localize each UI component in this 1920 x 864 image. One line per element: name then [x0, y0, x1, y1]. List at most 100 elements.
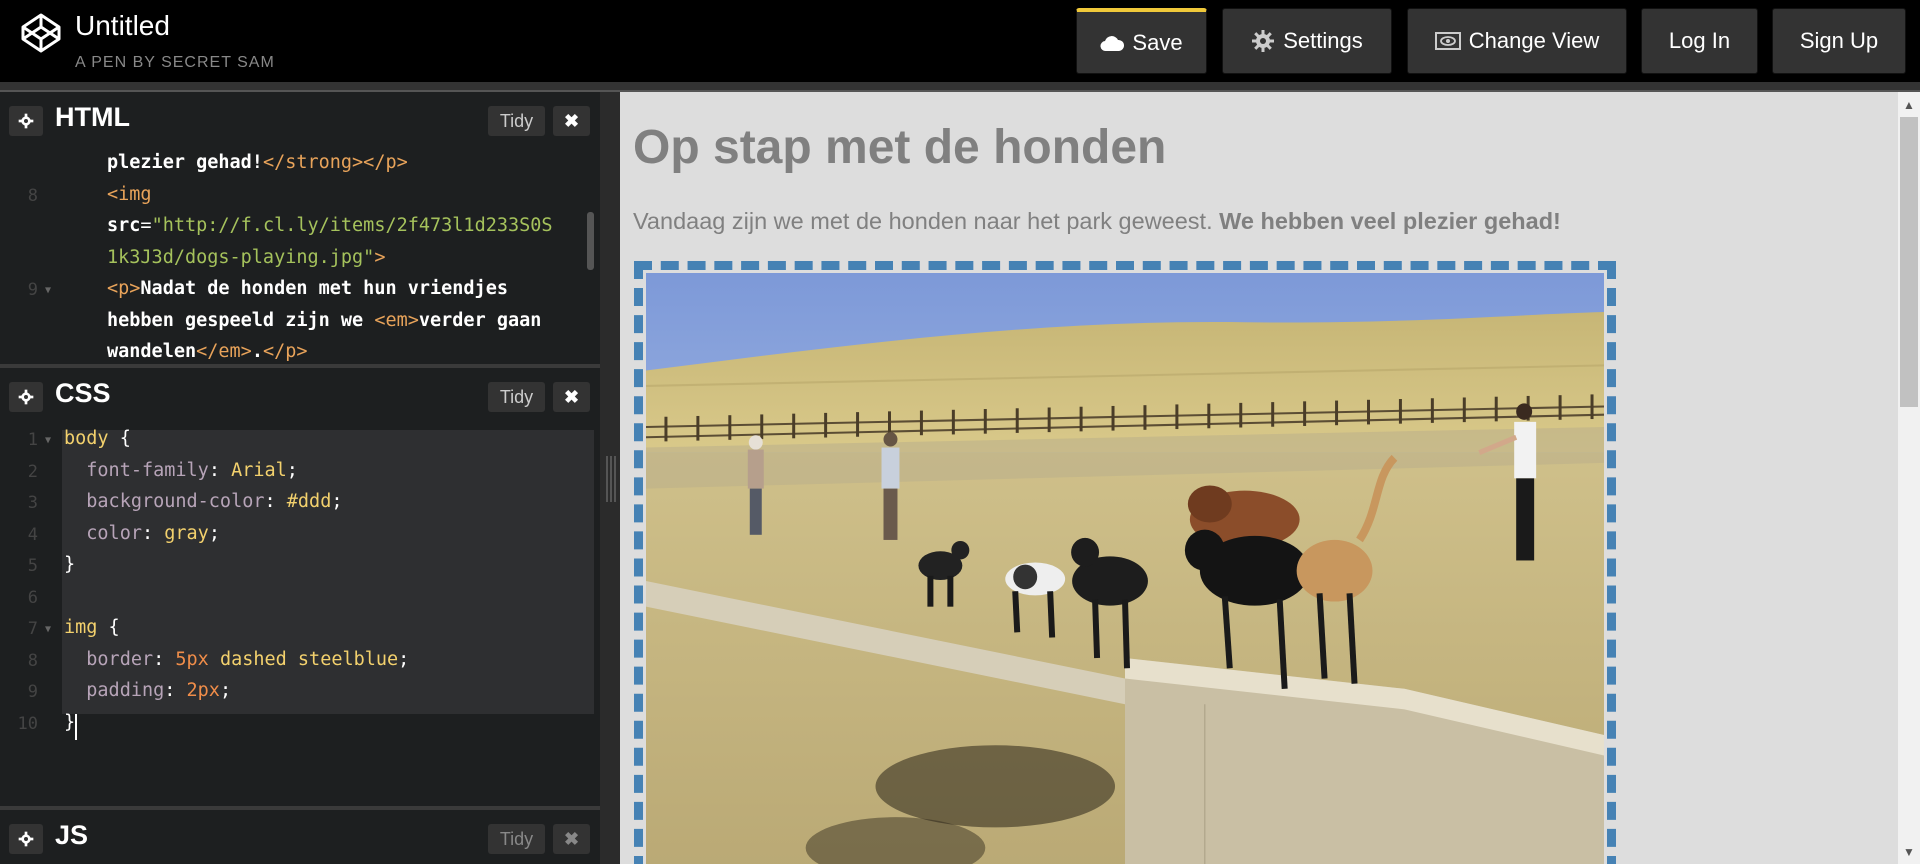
line-number: 6 [27, 587, 38, 608]
code-token: dashed steelblue [208, 648, 399, 670]
preview-paragraph-strong: We hebben veel plezier gehad! [1219, 208, 1561, 234]
code-token: #ddd [286, 491, 332, 512]
code-line[interactable]: padding: 2px; [64, 680, 231, 701]
line-number: 4 [27, 524, 38, 545]
code-token: background-color [86, 491, 265, 512]
line-number: 10 [17, 713, 38, 734]
code-line[interactable]: body { [64, 428, 131, 449]
code-token: plezier gehad! [107, 152, 263, 173]
scroll-down-arrow-icon[interactable]: ▼ [1903, 845, 1915, 859]
code-token: wandelen [107, 341, 197, 362]
code-line[interactable]: } [64, 554, 75, 575]
code-line[interactable]: } [64, 712, 75, 733]
code-token: border [86, 648, 154, 670]
preview-paragraph-text: Vandaag zijn we met de honden naar het p… [633, 208, 1220, 234]
login-button[interactable]: Log In [1641, 8, 1758, 74]
code-token: font-family [86, 459, 209, 481]
code-token: Nadat de honden met hun vriendjes [140, 278, 508, 299]
html-editor-header: HTML Tidy ✖ [0, 92, 600, 148]
eye-window-icon [1434, 31, 1461, 51]
code-token: 2px [186, 680, 220, 701]
code-token: img [64, 617, 98, 638]
code-token: 5px [175, 648, 209, 670]
code-line[interactable]: background-color: #ddd; [64, 491, 342, 512]
code-line[interactable]: hebben gespeeld zijn we <em>verder gaan [107, 310, 541, 331]
code-line[interactable]: border: 5px dashed steelblue; [64, 649, 409, 670]
code-line[interactable]: <p>Nadat de honden met hun vriendjes [107, 278, 508, 299]
code-token: </em> [196, 341, 252, 362]
code-token: "http://f.cl.ly/items/2f473l1d233S0S [151, 215, 553, 236]
resizer-grip-icon[interactable] [604, 456, 616, 502]
code-token: gray [164, 522, 209, 544]
css-settings-icon[interactable] [9, 382, 43, 412]
code-token: ; [331, 491, 343, 512]
preview-paragraph: Vandaag zijn we met de honden naar het p… [633, 208, 1561, 235]
code-token: 1k3J3d/dogs-playing.jpg" [107, 246, 375, 268]
text-cursor [75, 714, 77, 740]
code-token: : [208, 459, 232, 481]
code-token: </p> [262, 341, 308, 362]
change-view-button[interactable]: Change View [1407, 8, 1627, 74]
pen-title[interactable]: Untitled [75, 10, 170, 42]
scroll-up-arrow-icon[interactable]: ▲ [1903, 98, 1915, 112]
js-tidy-button[interactable]: Tidy [488, 824, 545, 854]
preview-scrollbar-thumb[interactable] [1900, 117, 1918, 407]
code-line[interactable]: <img [107, 184, 152, 205]
line-number: 7 [27, 619, 38, 639]
code-token: src [107, 215, 141, 236]
code-line[interactable]: img { [64, 617, 120, 638]
code-line[interactable]: plezier gehad!</strong></p> [107, 152, 408, 173]
html-settings-icon[interactable] [9, 106, 43, 136]
code-token: ; [398, 648, 410, 670]
js-editor-title: JS [55, 820, 89, 850]
code-token: = [140, 215, 152, 236]
settings-button[interactable]: Settings [1222, 8, 1392, 74]
code-token: { [108, 428, 131, 449]
css-tidy-button[interactable]: Tidy [488, 382, 545, 412]
codepen-logo-icon[interactable] [20, 12, 62, 54]
code-token: } [64, 554, 76, 575]
code-line[interactable]: wandelen</em>.</p> [107, 341, 308, 362]
save-label: Save [1132, 29, 1183, 55]
fold-arrow-icon[interactable]: ▼ [45, 435, 51, 446]
editors-column: HTML Tidy ✖ plezier gehad!</strong></p> 8… [0, 92, 600, 864]
preview-heading: Op stap met de honden [633, 121, 1167, 174]
css-code-area[interactable]: 1 ▼ body {2 font-family: Arial; 3 backgroun… [0, 424, 600, 804]
save-button[interactable]: Save [1076, 8, 1207, 74]
line-number: 8 [27, 650, 38, 671]
css-close-icon[interactable]: ✖ [553, 382, 590, 412]
code-token: > [374, 246, 386, 268]
fold-arrow-icon[interactable]: ▼ [45, 285, 51, 296]
line-number: 1 [27, 430, 38, 450]
top-header: Untitled A PEN BY SECRET SAM Save Settin… [0, 0, 1920, 82]
code-line[interactable]: 1k3J3d/dogs-playing.jpg"> [107, 247, 385, 268]
code-line[interactable]: src="http://f.cl.ly/items/2f473l1d233S0S [107, 215, 553, 236]
signup-button[interactable]: Sign Up [1772, 8, 1906, 74]
fold-arrow-icon[interactable]: ▼ [45, 624, 51, 635]
html-close-icon[interactable]: ✖ [553, 106, 590, 136]
code-token: } [64, 711, 76, 733]
cloud-icon [1100, 34, 1125, 52]
css-editor-title: CSS [55, 378, 111, 408]
code-token: : [153, 648, 176, 670]
gear-icon [1251, 29, 1275, 53]
code-token: : [141, 522, 165, 544]
html-editor-scrollbar[interactable] [587, 212, 594, 270]
dogs-playing-image [634, 261, 1616, 864]
code-token: . [251, 341, 263, 362]
js-settings-icon[interactable] [9, 824, 43, 854]
settings-label: Settings [1283, 28, 1363, 53]
js-close-icon[interactable]: ✖ [553, 824, 590, 854]
line-number: 8 [27, 185, 38, 206]
code-line[interactable]: font-family: Arial; [64, 460, 298, 481]
code-token: <img [107, 183, 152, 205]
html-tidy-button[interactable]: Tidy [488, 106, 545, 136]
code-token: body [64, 428, 109, 449]
js-editor-header: JS Tidy ✖ [0, 810, 600, 864]
code-token: <p> [107, 278, 141, 299]
code-line[interactable]: color: gray; [64, 523, 220, 544]
